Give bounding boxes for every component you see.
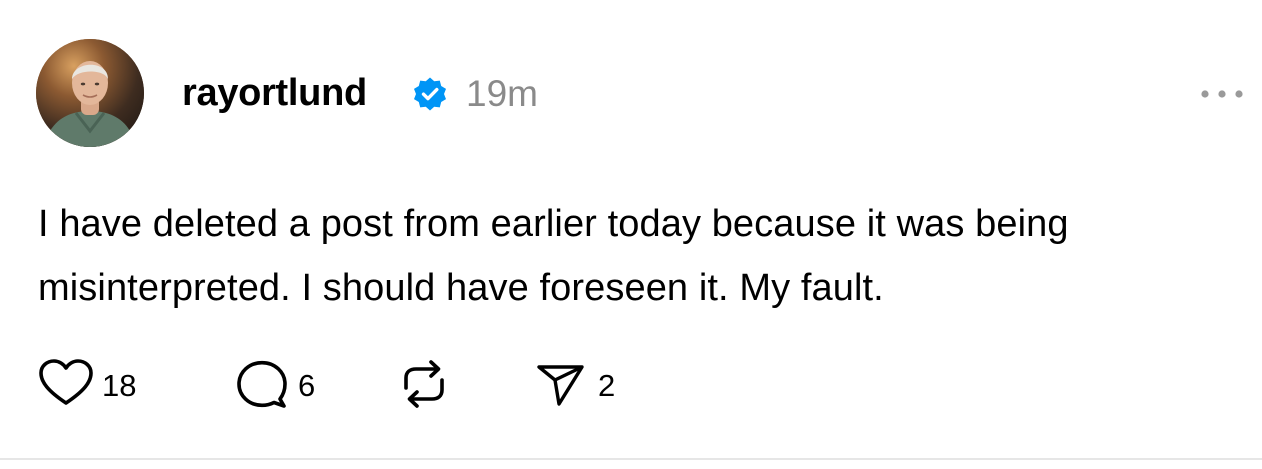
reply-count: 6 (298, 368, 316, 403)
reply-button[interactable]: 6 (234, 360, 315, 412)
heart-icon (38, 358, 94, 415)
more-icon[interactable] (1196, 82, 1248, 106)
like-count: 18 (102, 368, 137, 403)
share-button[interactable]: 2 (534, 360, 615, 412)
repost-button[interactable] (394, 358, 454, 415)
verified-icon (412, 76, 448, 112)
post-card: rayortlund 19m I have deleted a post fro… (0, 0, 1262, 469)
repost-icon (394, 358, 454, 415)
username[interactable]: rayortlund (182, 70, 367, 116)
divider (0, 458, 1262, 460)
like-button[interactable]: 18 (38, 358, 137, 415)
comment-icon (234, 358, 290, 415)
post-text: I have deleted a post from earlier today… (38, 203, 1069, 309)
avatar-image (36, 39, 144, 147)
share-icon (534, 358, 590, 415)
share-count: 2 (598, 368, 616, 403)
avatar[interactable] (36, 39, 144, 147)
timestamp[interactable]: 19m (466, 71, 538, 117)
